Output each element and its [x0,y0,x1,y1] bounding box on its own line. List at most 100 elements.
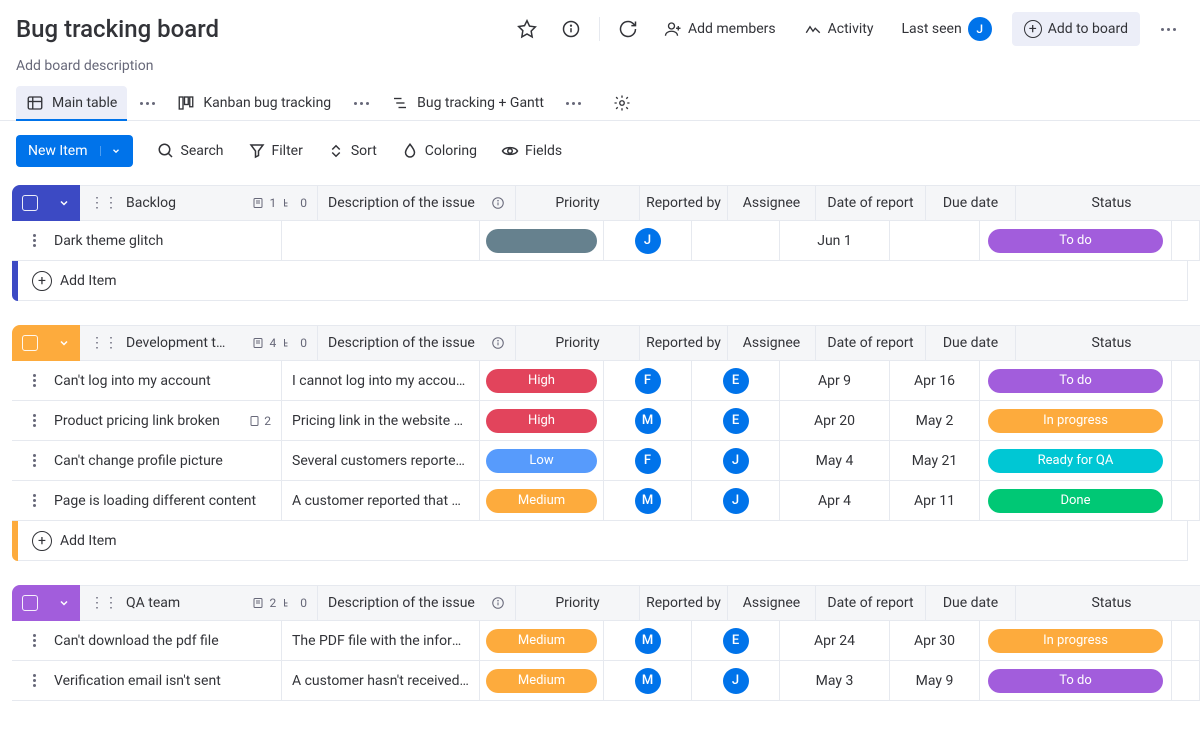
cell-due[interactable]: Apr 16 [890,361,980,401]
cell-assignee[interactable]: J [692,441,780,481]
cell-due[interactable]: Apr 30 [890,621,980,661]
item-name[interactable]: Product pricing link broken [54,413,241,429]
cell-reported-by[interactable]: J [604,221,692,261]
group-collapse-icon[interactable] [48,337,80,349]
drag-handle-icon[interactable]: ⋮⋮ [90,595,118,611]
cell-description[interactable]: The PDF file with the informati… [282,621,480,661]
table-row[interactable]: Can't download the pdf file The PDF file… [12,621,1188,661]
updates-badge[interactable]: 2 [249,414,271,428]
col-description[interactable]: Description of the issue [318,325,516,361]
cell-reported-by[interactable]: F [604,361,692,401]
cell-date[interactable]: Apr 24 [780,621,890,661]
cell-description[interactable]: I cannot log into my account s… [282,361,480,401]
coloring-button[interactable]: Coloring [401,142,477,160]
new-item-button[interactable]: New Item [16,135,133,167]
drag-handle-icon[interactable]: ⋮⋮ [90,195,118,211]
info-icon[interactable] [555,13,587,45]
cell-priority[interactable]: High [480,361,604,401]
cell-reported-by[interactable]: M [604,481,692,521]
col-priority[interactable]: Priority [516,185,640,221]
col-reported-by[interactable]: Reported by [640,325,728,361]
table-row[interactable]: Dark theme glitch J Jun 1 To do [12,221,1188,261]
cell-description[interactable]: A customer reported that whe… [282,481,480,521]
tab-bug-tracking-gantt[interactable]: Bug tracking + Gantt [381,86,554,120]
filter-button[interactable]: Filter [248,142,303,160]
cell-date[interactable]: Apr 9 [780,361,890,401]
search-button[interactable]: Search [157,142,224,160]
gear-icon[interactable] [606,87,638,119]
col-status[interactable]: Status [1016,585,1200,621]
cell-status[interactable]: In progress [980,401,1172,441]
fields-button[interactable]: Fields [501,142,562,160]
group-name[interactable]: Development t… [126,335,244,351]
cell-date[interactable]: May 4 [780,441,890,481]
chevron-down-icon[interactable] [100,146,121,156]
group-collapse-icon[interactable] [48,597,80,609]
cell-due[interactable]: May 9 [890,661,980,701]
row-menu-icon[interactable] [22,454,46,467]
row-menu-icon[interactable] [22,634,46,647]
item-name[interactable]: Can't download the pdf file [54,633,271,649]
group-collapse-icon[interactable] [48,197,80,209]
col-priority[interactable]: Priority [516,325,640,361]
cell-date[interactable]: Apr 4 [780,481,890,521]
info-icon[interactable] [491,196,505,210]
col-reported-by[interactable]: Reported by [640,185,728,221]
cell-reported-by[interactable]: F [604,441,692,481]
group-checkbox[interactable] [12,595,48,611]
sort-button[interactable]: Sort [327,142,377,160]
col-date-report[interactable]: Date of report [816,585,926,621]
col-assignee[interactable]: Assignee [728,185,816,221]
cell-priority[interactable]: Low [480,441,604,481]
board-title[interactable]: Bug tracking board [16,15,219,43]
cell-assignee[interactable]: E [692,621,780,661]
info-icon[interactable] [491,336,505,350]
cell-date[interactable]: Jun 1 [780,221,890,261]
drag-handle-icon[interactable]: ⋮⋮ [90,335,118,351]
cell-due[interactable] [890,221,980,261]
row-menu-icon[interactable] [22,374,46,387]
col-description[interactable]: Description of the issue [318,185,516,221]
add-to-board-button[interactable]: + Add to board [1012,12,1140,46]
add-item-row[interactable]: + Add Item [12,261,1188,301]
table-row[interactable]: Verification email isn't sent A customer… [12,661,1188,701]
cell-description[interactable]: A customer hasn't received th… [282,661,480,701]
cell-date[interactable]: May 3 [780,661,890,701]
cell-status[interactable]: To do [980,221,1172,261]
info-icon[interactable] [491,596,505,610]
tab-more-icon[interactable] [349,91,373,115]
add-item-row[interactable]: + Add Item [12,521,1188,561]
add-members-button[interactable]: Add members [656,16,784,42]
cell-description[interactable] [282,221,480,261]
row-menu-icon[interactable] [22,234,46,247]
item-name[interactable]: Page is loading different content [54,493,271,509]
last-seen[interactable]: Last seen J [893,13,999,45]
table-row[interactable]: Page is loading different content A cust… [12,481,1188,521]
col-status[interactable]: Status [1016,325,1200,361]
cell-assignee[interactable]: J [692,661,780,701]
cell-status[interactable]: Ready for QA [980,441,1172,481]
cell-due[interactable]: May 2 [890,401,980,441]
cell-date[interactable]: Apr 20 [780,401,890,441]
col-assignee[interactable]: Assignee [728,325,816,361]
cell-status[interactable]: In progress [980,621,1172,661]
cell-assignee[interactable]: E [692,361,780,401]
cell-reported-by[interactable]: M [604,401,692,441]
star-icon[interactable] [511,13,543,45]
activity-button[interactable]: Activity [796,16,882,42]
cell-reported-by[interactable]: M [604,621,692,661]
cell-priority[interactable]: Medium [480,481,604,521]
item-name[interactable]: Can't log into my account [54,373,271,389]
cell-status[interactable]: Done [980,481,1172,521]
table-row[interactable]: Can't change profile picture Several cus… [12,441,1188,481]
cell-reported-by[interactable]: M [604,661,692,701]
col-due-date[interactable]: Due date [926,585,1016,621]
group-name[interactable]: QA team [126,595,244,611]
item-name[interactable]: Can't change profile picture [54,453,271,469]
row-menu-icon[interactable] [22,494,46,507]
item-name[interactable]: Dark theme glitch [54,233,271,249]
cell-assignee[interactable]: E [692,401,780,441]
col-status[interactable]: Status [1016,185,1200,221]
table-row[interactable]: Product pricing link broken 2 Pricing li… [12,401,1188,441]
col-date-report[interactable]: Date of report [816,325,926,361]
